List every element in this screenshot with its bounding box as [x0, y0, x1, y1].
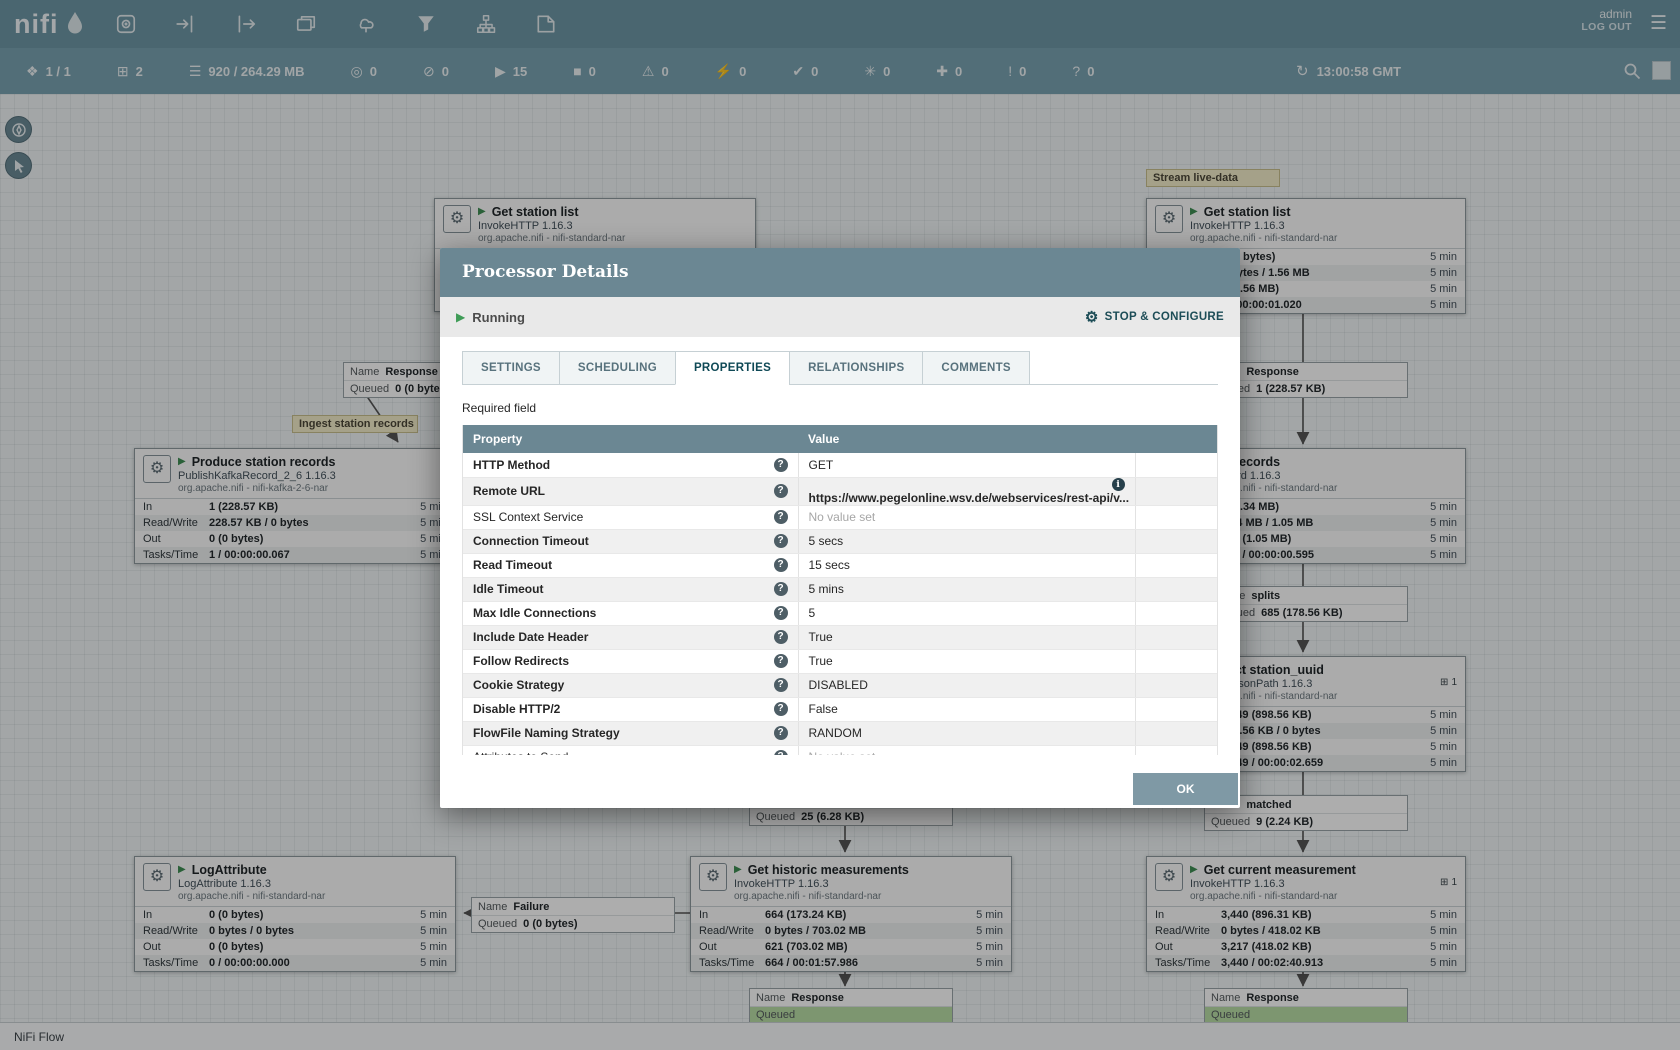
dialog-tab[interactable]: RELATIONSHIPS: [789, 351, 923, 385]
property-row: ? Follow Redirects i True: [463, 649, 1218, 673]
property-value: No value set: [809, 750, 876, 755]
property-row: ? Attributes to Send i No value set: [463, 745, 1218, 755]
property-row: ? Max Idle Connections i 5: [463, 601, 1218, 625]
empty-column-header: [1135, 425, 1218, 453]
help-icon[interactable]: ?: [774, 750, 788, 755]
property-row: ? Disable HTTP/2 i False: [463, 697, 1218, 721]
property-value: RANDOM: [809, 726, 862, 740]
property-name: Cookie Strategy: [473, 678, 564, 692]
running-icon: ▶: [456, 310, 465, 324]
help-icon[interactable]: ?: [774, 702, 788, 716]
dialog-tab[interactable]: PROPERTIES: [675, 351, 790, 385]
property-value: 5 mins: [809, 582, 844, 596]
ok-button[interactable]: OK: [1133, 773, 1238, 805]
help-icon[interactable]: ?: [774, 458, 788, 472]
property-row: ? Connection Timeout i 5 secs: [463, 529, 1218, 553]
property-name: Connection Timeout: [473, 534, 589, 548]
processor-details-dialog: Processor Details ▶ Running ⚙ STOP & CON…: [440, 248, 1240, 808]
property-value: False: [809, 702, 838, 716]
property-name: Read Timeout: [473, 558, 552, 572]
help-icon[interactable]: ?: [774, 558, 788, 572]
property-name: Idle Timeout: [473, 582, 543, 596]
property-row: ? Include Date Header i True: [463, 625, 1218, 649]
help-icon[interactable]: ?: [774, 678, 788, 692]
dialog-status-bar: ▶ Running ⚙ STOP & CONFIGURE: [440, 297, 1240, 337]
property-name: HTTP Method: [473, 458, 550, 472]
property-name: SSL Context Service: [473, 510, 583, 524]
help-icon[interactable]: ?: [774, 484, 788, 498]
property-name: Attributes to Send: [473, 750, 568, 755]
property-name: Max Idle Connections: [473, 606, 596, 620]
property-row: ? Idle Timeout i 5 mins: [463, 577, 1218, 601]
help-icon[interactable]: ?: [774, 606, 788, 620]
dialog-tabs: SETTINGS SCHEDULING PROPERTIES RELATIONS…: [462, 351, 1218, 385]
dialog-tab[interactable]: SETTINGS: [462, 351, 560, 385]
property-value: True: [809, 654, 833, 668]
property-name: Remote URL: [473, 484, 545, 498]
dialog-title: Processor Details: [440, 248, 1240, 297]
property-name: FlowFile Naming Strategy: [473, 726, 620, 740]
stop-configure-label: STOP & CONFIGURE: [1105, 311, 1224, 323]
dialog-tab[interactable]: SCHEDULING: [559, 351, 676, 385]
help-icon[interactable]: ?: [774, 582, 788, 596]
help-icon[interactable]: ?: [774, 534, 788, 548]
property-value: GET: [809, 458, 834, 472]
property-row: ? Cookie Strategy i DISABLED: [463, 673, 1218, 697]
property-name: Disable HTTP/2: [473, 702, 560, 716]
value-column-header: Value: [798, 425, 1135, 453]
property-row: ? FlowFile Naming Strategy i RANDOM: [463, 721, 1218, 745]
property-value: 5 secs: [809, 534, 844, 548]
property-value: 5: [809, 606, 816, 620]
property-value: https://www.pegelonline.wsv.de/webservic…: [809, 491, 1130, 505]
required-field-note: Required field: [462, 401, 1218, 415]
help-icon[interactable]: ?: [774, 630, 788, 644]
property-row: ? Read Timeout i 15 secs: [463, 553, 1218, 577]
run-status-label: Running: [472, 310, 525, 325]
property-value: DISABLED: [809, 678, 868, 692]
dialog-tab[interactable]: COMMENTS: [922, 351, 1029, 385]
property-value: No value set: [809, 510, 876, 524]
property-column-header: Property: [463, 425, 798, 453]
properties-table: Property Value ? HTTP Method i GET: [462, 425, 1218, 755]
stop-configure-icon: ⚙: [1085, 308, 1099, 326]
help-icon[interactable]: ?: [774, 654, 788, 668]
help-icon[interactable]: ?: [774, 726, 788, 740]
property-row: ? Remote URL i https://www.pegelonline.w…: [463, 477, 1218, 505]
stop-and-configure-button[interactable]: ⚙ STOP & CONFIGURE: [1085, 308, 1224, 326]
help-icon[interactable]: ?: [774, 510, 788, 524]
info-icon[interactable]: i: [1112, 478, 1125, 491]
property-name: Include Date Header: [473, 630, 588, 644]
property-name: Follow Redirects: [473, 654, 569, 668]
property-row: ? HTTP Method i GET: [463, 453, 1218, 477]
property-value: True: [809, 630, 833, 644]
property-value: 15 secs: [809, 558, 850, 572]
property-row: ? SSL Context Service i No value set: [463, 505, 1218, 529]
